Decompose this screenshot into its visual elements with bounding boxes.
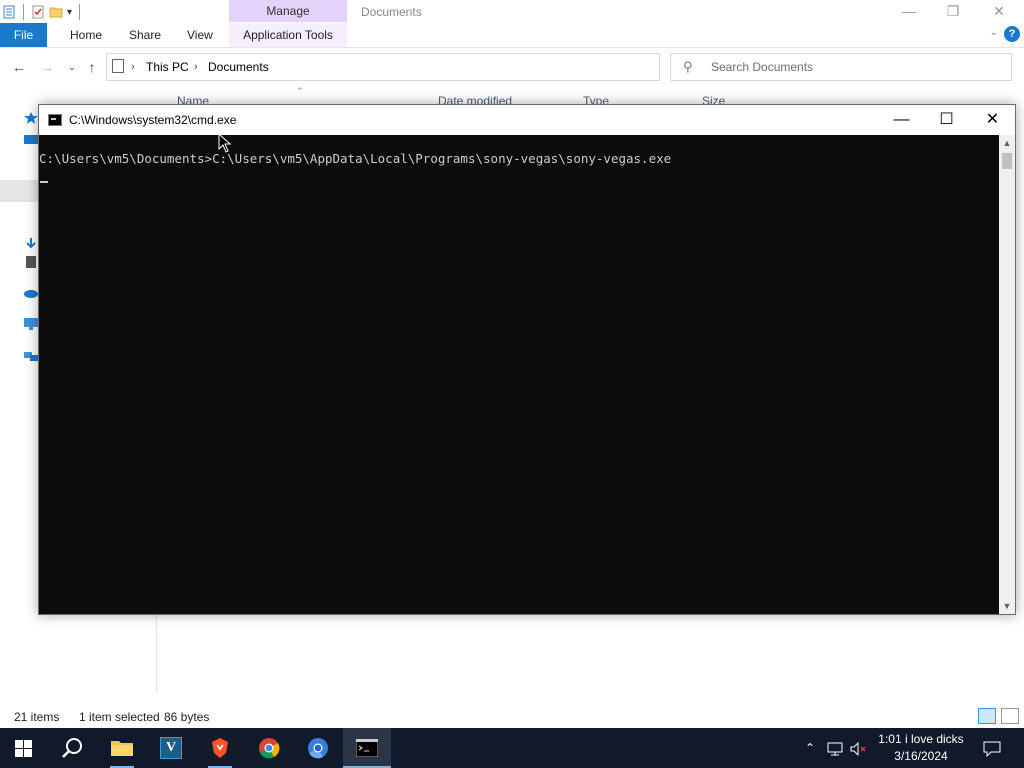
onedrive-icon[interactable] xyxy=(24,286,38,298)
toolbar-separator xyxy=(79,4,81,20)
notification-icon xyxy=(983,741,1001,758)
chrome-icon xyxy=(259,738,280,759)
cmd-scrollbar[interactable]: ▲ ▼ xyxy=(999,135,1015,614)
cmd-maximize-button[interactable]: ☐ xyxy=(924,105,969,135)
folder-icon xyxy=(111,741,133,756)
checkmark-doc-icon[interactable] xyxy=(31,5,45,19)
quick-access-toolbar: ▾ xyxy=(0,0,83,24)
tab-share[interactable]: Share xyxy=(129,23,161,47)
chromium-icon xyxy=(308,738,328,759)
quick-access-star-icon[interactable] xyxy=(24,112,38,124)
this-pc-icon xyxy=(112,59,124,73)
search-icon: ⚲ xyxy=(683,59,693,74)
address-row: ← → ⌄ ↑ › This PC › Documents ⌄ ↻ ⚲ Sear… xyxy=(0,48,1024,86)
window-title: Documents xyxy=(361,5,422,19)
clock-date: 3/16/2024 xyxy=(894,749,948,763)
show-hidden-icons-chevron-icon[interactable]: ⌃ xyxy=(800,728,820,768)
ribbon-tabs: File Home Share View Application Tools ⌄… xyxy=(0,23,1024,48)
status-bar: 21 items 1 item selected 86 bytes xyxy=(0,706,1024,728)
search-icon xyxy=(62,738,82,758)
cmd-close-button[interactable]: ✕ xyxy=(970,105,1015,135)
tab-application-tools[interactable]: Application Tools xyxy=(229,23,347,47)
scroll-down-arrow-icon[interactable]: ▼ xyxy=(999,598,1015,614)
breadcrumb-chevron-icon[interactable]: › xyxy=(194,54,198,80)
cmd-minimize-button[interactable]: — xyxy=(879,105,924,135)
cmd-terminal-icon[interactable] xyxy=(48,114,62,126)
close-button[interactable]: ✕ xyxy=(976,0,1022,24)
breadcrumb-chevron-icon[interactable]: › xyxy=(131,54,135,80)
toolbar-separator xyxy=(23,4,24,20)
clock-time: 1:01 i love dicks xyxy=(878,732,964,746)
v-app-icon: V xyxy=(160,737,182,759)
new-folder-icon[interactable] xyxy=(49,5,63,19)
breadcrumb-documents[interactable]: Documents xyxy=(208,54,269,80)
properties-icon[interactable] xyxy=(2,5,16,19)
address-bar[interactable]: › This PC › Documents ⌄ ↻ xyxy=(106,53,757,81)
downloads-icon[interactable] xyxy=(24,238,38,250)
taskbar-chrome[interactable] xyxy=(245,728,293,768)
terminal-icon xyxy=(356,739,378,757)
up-arrow-icon[interactable]: ↑ xyxy=(83,58,101,76)
selection-status: 1 item selected xyxy=(79,710,160,724)
taskbar-search-button[interactable] xyxy=(48,728,96,768)
large-icons-view-button[interactable] xyxy=(1001,708,1019,724)
network-icon[interactable] xyxy=(24,350,38,362)
scroll-up-arrow-icon[interactable]: ▲ xyxy=(999,135,1015,151)
cmd-window[interactable]: C:\Windows\system32\cmd.exe — ☐ ✕ C:\Use… xyxy=(38,104,1016,615)
system-clock[interactable]: 1:01 i love dicks 3/16/2024 xyxy=(868,731,974,765)
tab-home[interactable]: Home xyxy=(70,23,102,47)
music-icon[interactable] xyxy=(24,256,38,268)
scroll-thumb[interactable] xyxy=(1002,153,1012,169)
back-arrow-icon[interactable]: ← xyxy=(10,58,28,76)
volume-muted-icon[interactable] xyxy=(848,728,870,768)
sort-ascending-icon: ⌃ xyxy=(296,86,304,96)
maximize-button[interactable]: ❐ xyxy=(930,0,976,24)
cmd-console-area[interactable]: C:\Users\vm5\Documents>C:\Users\vm5\AppD… xyxy=(39,135,999,614)
recent-locations-chevron-icon[interactable]: ⌄ xyxy=(63,58,81,76)
customize-qat-chevron-icon[interactable]: ▾ xyxy=(67,7,72,18)
pane-divider[interactable] xyxy=(156,614,157,694)
action-center-button[interactable] xyxy=(978,728,1006,768)
taskbar-v-app[interactable]: V xyxy=(147,728,195,768)
navigation-pane xyxy=(0,104,40,624)
expand-ribbon-chevron-icon[interactable]: ⌄ xyxy=(990,27,998,38)
desktop-icon[interactable] xyxy=(24,134,38,146)
forward-arrow-icon[interactable]: → xyxy=(38,58,56,76)
tab-file[interactable]: File xyxy=(0,23,47,47)
mouse-pointer-icon xyxy=(218,133,232,153)
start-button[interactable] xyxy=(0,728,48,768)
cmd-text-cursor xyxy=(40,181,48,183)
manage-context-group: Manage xyxy=(229,0,347,22)
cmd-output-line: C:\Users\vm5\Documents>C:\Users\vm5\AppD… xyxy=(39,151,672,166)
taskbar-brave[interactable] xyxy=(196,728,244,768)
brave-lion-icon xyxy=(212,738,228,758)
taskbar-cmd[interactable] xyxy=(343,728,391,768)
minimize-button[interactable]: — xyxy=(886,0,932,24)
nav-selected-row[interactable] xyxy=(0,180,40,202)
help-icon[interactable]: ? xyxy=(1004,26,1020,42)
this-pc-nav-icon[interactable] xyxy=(24,318,38,330)
search-box[interactable]: ⚲ Search Documents xyxy=(670,53,1012,81)
details-view-button[interactable] xyxy=(978,708,996,724)
explorer-title-bar: ▾ Manage Documents — ❐ ✕ xyxy=(0,0,1024,24)
speaker-mute-icon xyxy=(850,741,866,757)
taskbar-file-explorer[interactable] xyxy=(98,728,146,768)
item-count: 21 items xyxy=(14,710,60,724)
windows-logo-icon xyxy=(15,740,32,757)
selection-size: 86 bytes xyxy=(164,710,210,724)
network-status-icon[interactable] xyxy=(824,728,846,768)
taskbar: V ⌃ 1:01 i love dicks 3/16/2024 xyxy=(0,728,1024,768)
network-monitor-icon xyxy=(827,742,843,756)
cmd-title: C:\Windows\system32\cmd.exe xyxy=(69,113,237,127)
taskbar-chromium[interactable] xyxy=(294,728,342,768)
tab-view[interactable]: View xyxy=(187,23,213,47)
breadcrumb-this-pc[interactable]: This PC xyxy=(146,54,189,80)
cmd-title-bar[interactable]: C:\Windows\system32\cmd.exe — ☐ ✕ xyxy=(39,105,1015,135)
search-placeholder: Search Documents xyxy=(711,60,814,74)
